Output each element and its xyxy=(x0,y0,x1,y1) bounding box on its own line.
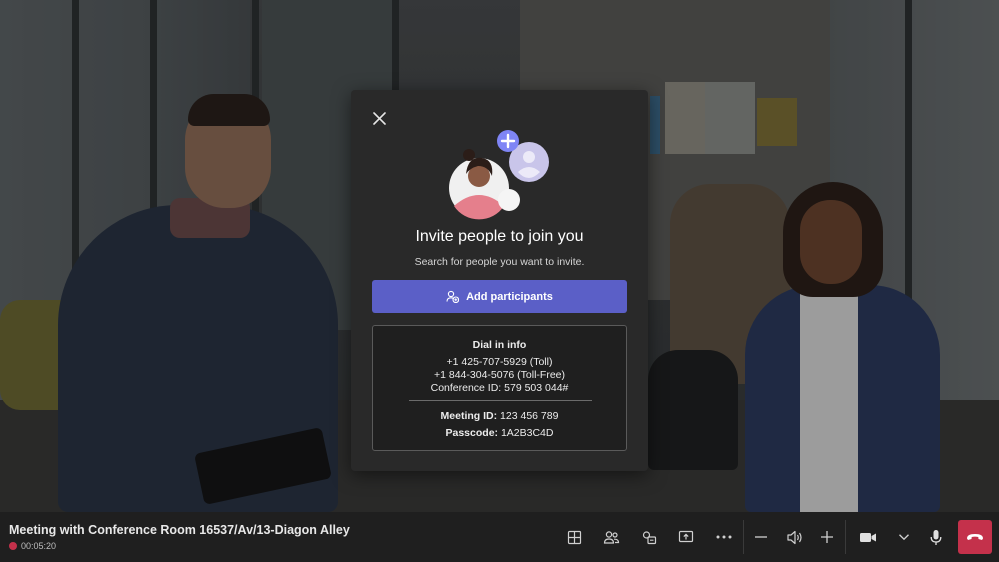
speaker-icon xyxy=(786,530,802,544)
hang-up-icon xyxy=(967,534,983,540)
share-tray-button[interactable] xyxy=(636,524,662,550)
camera-icon xyxy=(860,532,876,542)
close-icon xyxy=(372,111,386,125)
volume-down-button[interactable] xyxy=(748,524,774,550)
speaker-button[interactable] xyxy=(781,524,807,550)
dial-in-info: Dial in info +1 425-707-5929 (Toll) +1 8… xyxy=(372,325,627,451)
passcode: Passcode: 1A2B3C4D xyxy=(445,427,554,439)
meeting-title: Meeting with Conference Room 16537/Av/13… xyxy=(9,523,350,537)
close-button[interactable] xyxy=(369,108,389,128)
volume-up-icon xyxy=(821,531,833,543)
volume-down-icon xyxy=(755,536,767,538)
share-tray-icon xyxy=(642,530,657,544)
meeting-timer: 00:05:20 xyxy=(21,541,57,551)
participants-button[interactable] xyxy=(598,524,624,550)
camera-button[interactable] xyxy=(855,524,881,550)
divider xyxy=(409,400,592,401)
more-icon xyxy=(716,535,732,539)
toll-free-number: +1 844-304-5076 (Toll-Free) xyxy=(433,369,566,381)
hang-up-button[interactable] xyxy=(958,520,992,554)
add-participants-label: Add participants xyxy=(466,290,553,303)
layout-icon xyxy=(567,530,581,544)
conference-id: Conference ID: 579 503 044# xyxy=(430,382,569,394)
recording-icon xyxy=(9,542,17,550)
people-icon xyxy=(603,530,619,544)
dial-in-heading: Dial in info xyxy=(472,339,527,351)
layout-button[interactable] xyxy=(561,524,587,550)
chevron-down-icon xyxy=(899,534,909,541)
toll-number: +1 425-707-5929 (Toll) xyxy=(446,356,553,368)
add-participants-button[interactable]: Add participants xyxy=(372,280,627,313)
microphone-icon xyxy=(930,529,942,545)
dialog-subtitle: Search for people you want to invite. xyxy=(414,256,585,268)
more-options-button[interactable] xyxy=(711,524,737,550)
dialog-title: Invite people to join you xyxy=(415,228,584,245)
camera-options-button[interactable] xyxy=(891,524,917,550)
share-screen-icon xyxy=(678,530,694,543)
invite-dialog: Invite people to join you Search for peo… xyxy=(351,90,648,471)
meeting-id: Meeting ID: 123 456 789 xyxy=(440,410,559,422)
meeting-control-bar: Meeting with Conference Room 16537/Av/13… xyxy=(0,512,999,562)
microphone-button[interactable] xyxy=(923,524,949,550)
volume-up-button[interactable] xyxy=(814,524,840,550)
share-screen-button[interactable] xyxy=(673,524,699,550)
add-person-icon xyxy=(446,290,460,303)
recording-status: 00:05:20 xyxy=(9,541,56,551)
invite-illustration xyxy=(449,130,549,220)
